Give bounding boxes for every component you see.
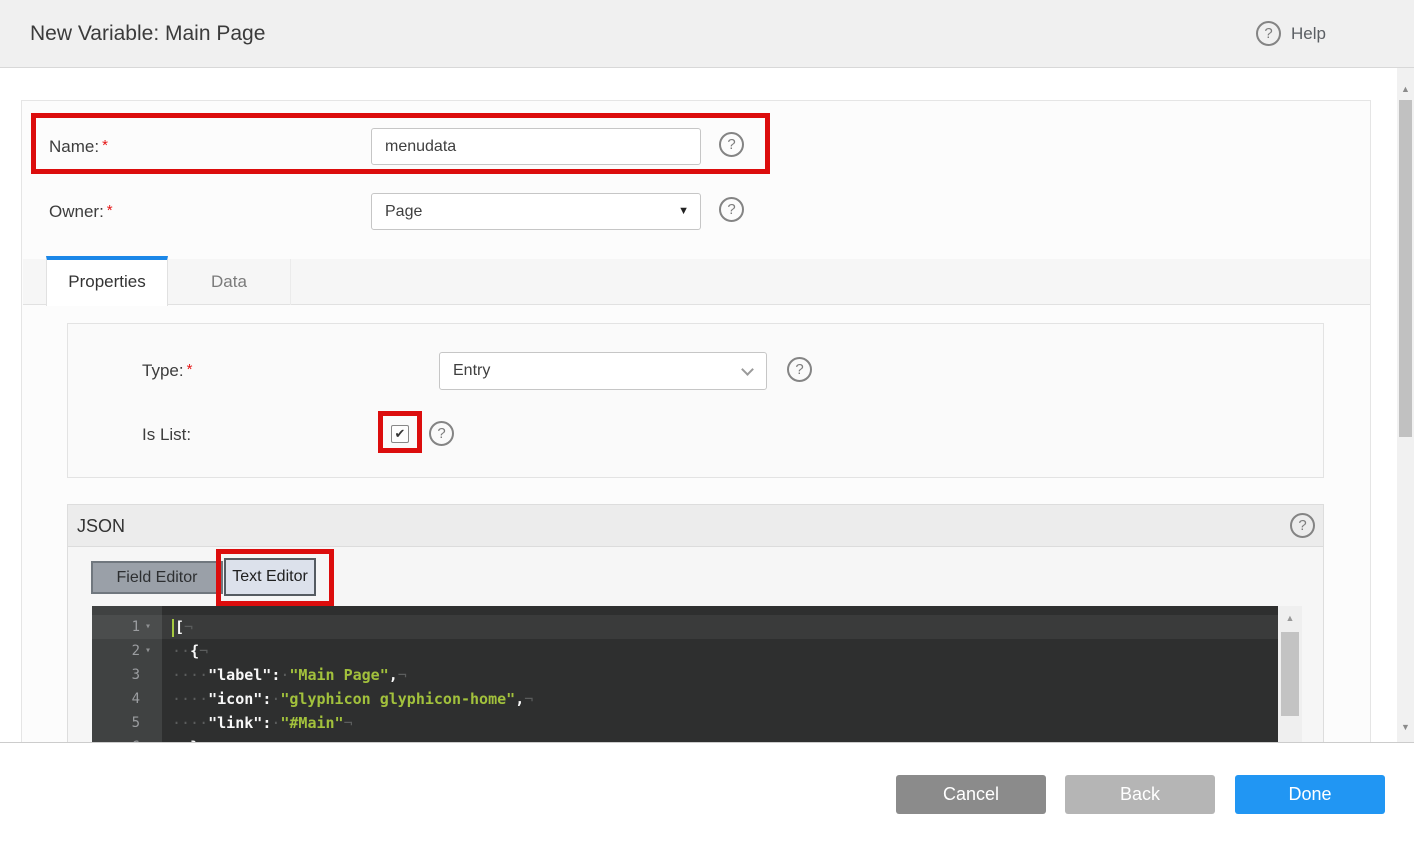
tab-data[interactable]: Data — [168, 259, 291, 305]
page-scrollbar[interactable]: ▲ ▼ — [1397, 68, 1414, 743]
type-label: Type: * — [142, 352, 192, 389]
required-asterisk: * — [106, 202, 113, 219]
line-number: 6 — [132, 735, 140, 742]
field-editor-button[interactable]: Field Editor — [91, 561, 223, 594]
line-number: 2 — [131, 643, 140, 659]
help-label[interactable]: Help — [1291, 24, 1326, 44]
line-number: 1 — [131, 619, 140, 635]
page-title: New Variable: Main Page — [30, 22, 266, 45]
dropdown-arrow-icon: ▼ — [678, 205, 689, 217]
line-number: 5 — [131, 715, 140, 731]
eol-marker: ¬ — [397, 666, 407, 684]
is-list-checkbox[interactable]: ✔ — [391, 425, 409, 443]
json-panel-header: JSON ? — [68, 505, 1323, 547]
scroll-down-icon[interactable]: ▼ — [1397, 722, 1414, 732]
type-select[interactable]: Entry — [439, 352, 767, 390]
dialog-body: Name:* ? Owner:* Page ▼ ? Data Propertie… — [0, 68, 1397, 743]
line-number: 3 — [131, 667, 140, 683]
done-button[interactable]: Done — [1235, 775, 1385, 814]
line-number: 4 — [131, 691, 140, 707]
required-asterisk: * — [186, 361, 193, 378]
type-select-value: Entry — [453, 362, 491, 379]
editor-scrollbar[interactable]: ▲ — [1278, 606, 1302, 742]
tab-properties[interactable]: Properties — [46, 256, 168, 306]
scroll-up-icon[interactable]: ▲ — [1278, 613, 1302, 623]
text-editor-button[interactable]: Text Editor — [224, 558, 316, 596]
code-line-4: 4 ····"icon":·"glyphicon glyphicon-home"… — [92, 687, 1278, 711]
owner-select[interactable]: Page ▼ — [371, 193, 701, 230]
code-line-5: 5 ····"link":·"#Main"¬ — [92, 711, 1278, 735]
eol-marker: ¬ — [343, 714, 353, 732]
owner-label: Owner: * — [49, 193, 113, 230]
page-scrollbar-thumb[interactable] — [1399, 100, 1412, 437]
fold-icon[interactable]: ▾ — [140, 615, 156, 639]
type-label-text: Type: — [142, 361, 184, 380]
is-list-label: Is List: — [142, 425, 192, 444]
help-icon[interactable]: ? — [1256, 21, 1281, 46]
code-line-1: 1 ▾ [¬ — [92, 615, 1278, 639]
new-variable-dialog: New Variable: Main Page ? Help Name:* ? … — [0, 0, 1414, 845]
help-link[interactable]: ? Help — [1256, 0, 1326, 67]
text-cursor-icon — [172, 618, 174, 637]
code-line-2: 2 ▾ ··{¬ — [92, 639, 1278, 663]
name-input[interactable] — [371, 128, 701, 165]
editor-scrollbar-thumb[interactable] — [1281, 632, 1299, 716]
name-label: Name: * — [49, 128, 108, 165]
required-asterisk: * — [102, 137, 108, 154]
check-icon: ✔ — [394, 426, 406, 441]
eol-marker: ¬ — [199, 642, 209, 660]
json-code-editor[interactable]: 1 ▾ [¬ 2 ▾ ··{¬ 3 ····"label":·"Main Page"… — [92, 606, 1302, 742]
json-panel: JSON ? Field Editor Text Editor 1 ▾ [¬ 2… — [67, 504, 1324, 742]
json-panel-title: JSON — [77, 516, 126, 536]
eol-marker: ¬ — [184, 618, 194, 636]
dialog-header: New Variable: Main Page ? Help — [0, 0, 1414, 68]
editor-lines: 1 ▾ [¬ 2 ▾ ··{¬ 3 ····"label":·"Main Page"… — [92, 615, 1278, 742]
json-help-icon[interactable]: ? — [1290, 513, 1315, 538]
cancel-button[interactable]: Cancel — [896, 775, 1046, 814]
owner-help-icon[interactable]: ? — [719, 197, 744, 222]
owner-select-value: Page — [385, 203, 423, 220]
properties-panel: Type: * Entry ? Is List: — [67, 323, 1324, 478]
code-line-3: 3 ····"label":·"Main Page",¬ — [92, 663, 1278, 687]
variable-form-card: Name:* ? Owner:* Page ▼ ? Data Propertie… — [21, 100, 1371, 742]
code-line-6: 6 ··} — [92, 735, 1278, 742]
scroll-up-icon[interactable]: ▲ — [1397, 84, 1414, 94]
name-label-text: Name: — [49, 137, 100, 156]
name-help-icon[interactable]: ? — [719, 132, 744, 157]
fold-icon[interactable]: ▾ — [140, 639, 156, 663]
back-button[interactable]: Back — [1065, 775, 1215, 814]
is-list-help-icon[interactable]: ? — [429, 421, 454, 446]
type-help-icon[interactable]: ? — [787, 357, 812, 382]
eol-marker: ¬ — [524, 690, 534, 708]
chevron-down-icon — [741, 363, 754, 376]
owner-label-text: Owner: — [49, 202, 104, 221]
